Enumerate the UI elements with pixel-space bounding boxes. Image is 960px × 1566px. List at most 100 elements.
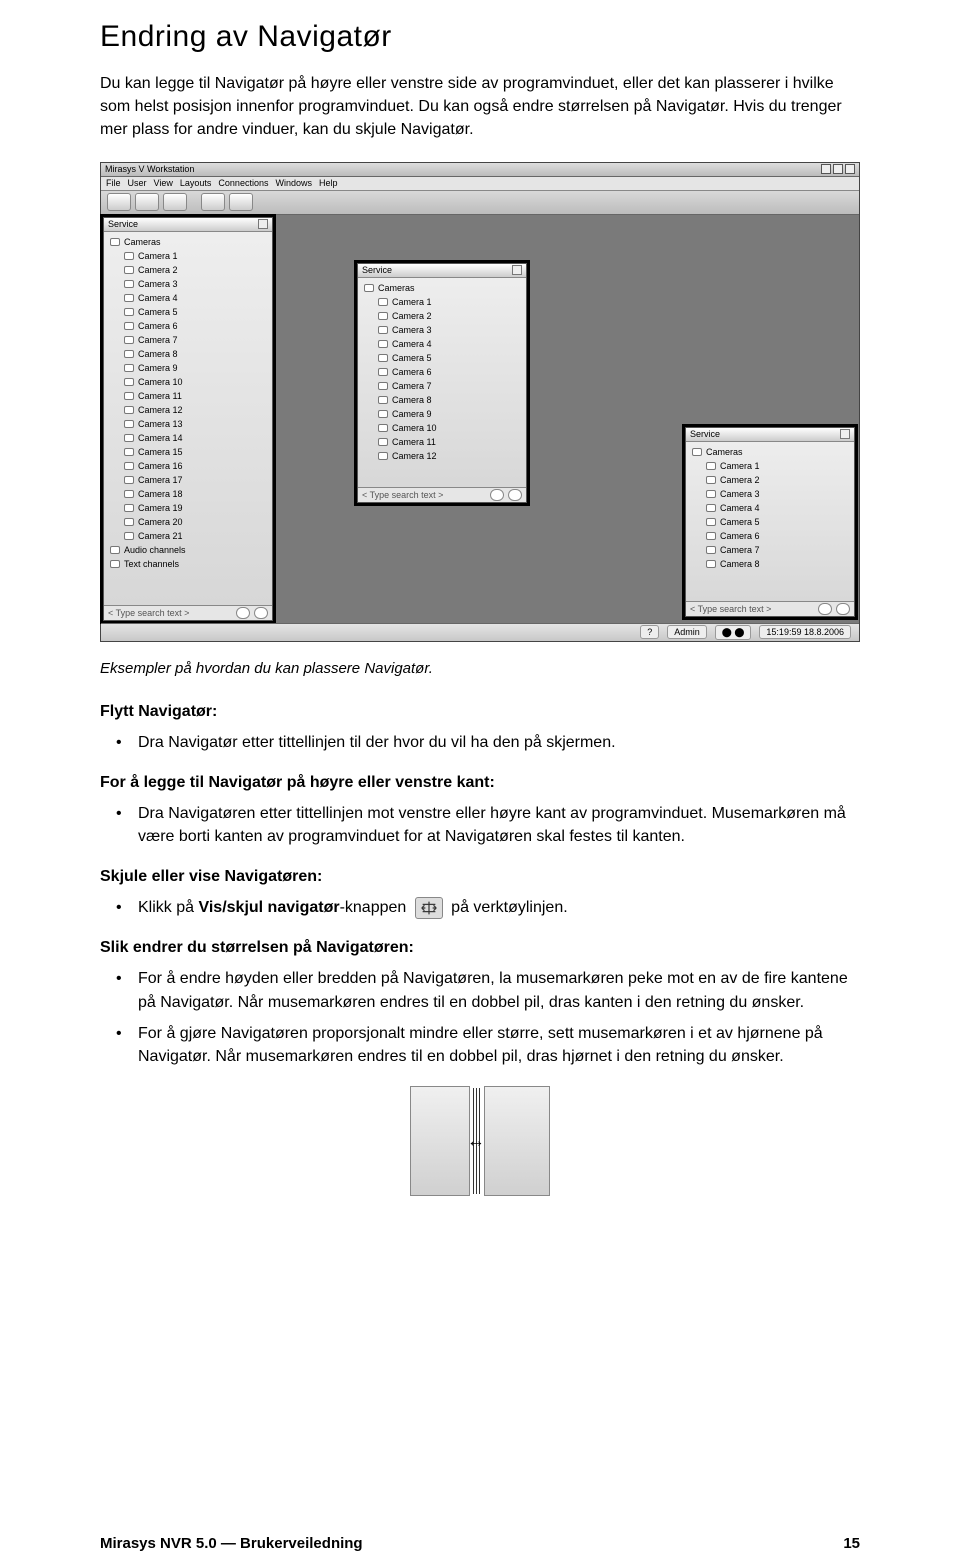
tree-item[interactable]: Camera 17 (138, 475, 183, 485)
tree-item[interactable]: Camera 1 (720, 461, 760, 471)
tree-root[interactable]: Cameras (378, 283, 415, 293)
tree-root[interactable]: Cameras (124, 237, 161, 247)
tree-item[interactable]: Camera 4 (138, 293, 178, 303)
window-title: Mirasys V Workstation (105, 164, 194, 174)
camera-icon (124, 266, 134, 274)
list-item: Dra Navigatøren etter tittellinjen mot v… (138, 802, 860, 848)
tree-item[interactable]: Camera 5 (392, 353, 432, 363)
search-prev-button[interactable] (818, 603, 832, 615)
pane-right (484, 1086, 550, 1196)
camera-icon (124, 504, 134, 512)
tree-item[interactable]: Camera 6 (720, 531, 760, 541)
search-placeholder[interactable]: < Type search text > (362, 490, 486, 500)
intro-paragraph: Du kan legge til Navigatør på høyre elle… (100, 72, 860, 142)
search-next-button[interactable] (254, 607, 268, 619)
tree-item[interactable]: Camera 20 (138, 517, 183, 527)
navigator-panel-docked[interactable]: Service Cameras Camera 1 Camera 2 Camera… (103, 217, 273, 621)
tree-item[interactable]: Camera 13 (138, 419, 183, 429)
tree-item[interactable]: Camera 5 (720, 517, 760, 527)
tree-item[interactable]: Camera 6 (138, 321, 178, 331)
tree-item[interactable]: Camera 10 (138, 377, 183, 387)
tree-item[interactable]: Camera 7 (392, 381, 432, 391)
menu-file[interactable]: File (106, 178, 121, 189)
tree-item[interactable]: Camera 3 (392, 325, 432, 335)
navigator-panel-floating[interactable]: Service Cameras Camera 1 Camera 2 Camera… (357, 263, 527, 503)
camera-icon (378, 326, 388, 334)
tree-item[interactable]: Camera 3 (720, 489, 760, 499)
search-prev-button[interactable] (236, 607, 250, 619)
tree-root[interactable]: Cameras (706, 447, 743, 457)
dropdown-icon[interactable] (258, 219, 268, 229)
menu-windows[interactable]: Windows (275, 178, 312, 189)
tree-item[interactable]: Camera 2 (720, 475, 760, 485)
tree-item[interactable]: Camera 11 (392, 437, 436, 447)
tree-item[interactable]: Camera 9 (138, 363, 178, 373)
tree-item[interactable]: Camera 8 (392, 395, 432, 405)
camera-icon (124, 364, 134, 372)
menu-layouts[interactable]: Layouts (180, 178, 212, 189)
tree-item[interactable]: Camera 3 (138, 279, 178, 289)
tree-item[interactable]: Camera 18 (138, 489, 183, 499)
tree-item[interactable]: Camera 12 (138, 405, 183, 415)
camera-icon (124, 378, 134, 386)
tree-item[interactable]: Camera 4 (720, 503, 760, 513)
camera-icon (124, 434, 134, 442)
tree-item[interactable]: Camera 2 (392, 311, 432, 321)
tree-item[interactable]: Text channels (124, 559, 179, 569)
tree-item[interactable]: Camera 2 (138, 265, 178, 275)
tree-item[interactable]: Camera 21 (138, 531, 183, 541)
camera-icon (706, 476, 716, 484)
toolbar-button[interactable] (107, 193, 131, 211)
camera-icon (706, 490, 716, 498)
tree-item[interactable]: Camera 8 (720, 559, 760, 569)
dropdown-icon[interactable] (512, 265, 522, 275)
tree-item[interactable]: Camera 7 (138, 335, 178, 345)
search-next-button[interactable] (836, 603, 850, 615)
tree-item[interactable]: Camera 4 (392, 339, 432, 349)
subheading-move: Flytt Navigatør: (100, 703, 860, 721)
menu-view[interactable]: View (154, 178, 173, 189)
toolbar-button[interactable] (163, 193, 187, 211)
text-fragment: -knappen (340, 899, 411, 916)
tree-item[interactable]: Camera 10 (392, 423, 437, 433)
tree-item[interactable]: Camera 14 (138, 433, 183, 443)
camera-icon (378, 312, 388, 320)
search-placeholder[interactable]: < Type search text > (108, 608, 232, 618)
tree-item[interactable]: Camera 11 (138, 391, 182, 401)
tree-item[interactable]: Camera 16 (138, 461, 183, 471)
camera-icon (706, 504, 716, 512)
tree-item[interactable]: Camera 1 (138, 251, 178, 261)
camera-icon (706, 518, 716, 526)
menu-user[interactable]: User (128, 178, 147, 189)
tree-item[interactable]: Camera 19 (138, 503, 183, 513)
tree-item[interactable]: Camera 12 (392, 451, 437, 461)
text-fragment: på verktøylinjen. (447, 899, 568, 916)
toolbar-button[interactable] (229, 193, 253, 211)
camera-icon (706, 546, 716, 554)
tree-item[interactable]: Camera 7 (720, 545, 760, 555)
menu-connections[interactable]: Connections (218, 178, 268, 189)
panel-title: Service (362, 265, 392, 275)
dropdown-icon[interactable] (840, 429, 850, 439)
navigator-panel-floating-right[interactable]: Service Cameras Camera 1 Camera 2 Camera… (685, 427, 855, 617)
help-icon[interactable]: ? (640, 625, 659, 639)
tree-item[interactable]: Camera 8 (138, 349, 178, 359)
audio-icon (110, 546, 120, 554)
search-next-button[interactable] (508, 489, 522, 501)
camera-icon (124, 420, 134, 428)
menu-help[interactable]: Help (319, 178, 338, 189)
toolbar-button[interactable] (201, 193, 225, 211)
tree-item[interactable]: Audio channels (124, 545, 186, 555)
tree-item[interactable]: Camera 5 (138, 307, 178, 317)
tree-item[interactable]: Camera 1 (392, 297, 432, 307)
camera-icon (124, 280, 134, 288)
list-item: For å endre høyden eller bredden på Navi… (138, 967, 860, 1013)
toolbar-button[interactable] (135, 193, 159, 211)
maximize-icon (833, 164, 843, 174)
tree-item[interactable]: Camera 15 (138, 447, 183, 457)
search-prev-button[interactable] (490, 489, 504, 501)
tree-item[interactable]: Camera 6 (392, 367, 432, 377)
search-placeholder[interactable]: < Type search text > (690, 604, 814, 614)
tree-item[interactable]: Camera 9 (392, 409, 432, 419)
camera-icon (124, 294, 134, 302)
